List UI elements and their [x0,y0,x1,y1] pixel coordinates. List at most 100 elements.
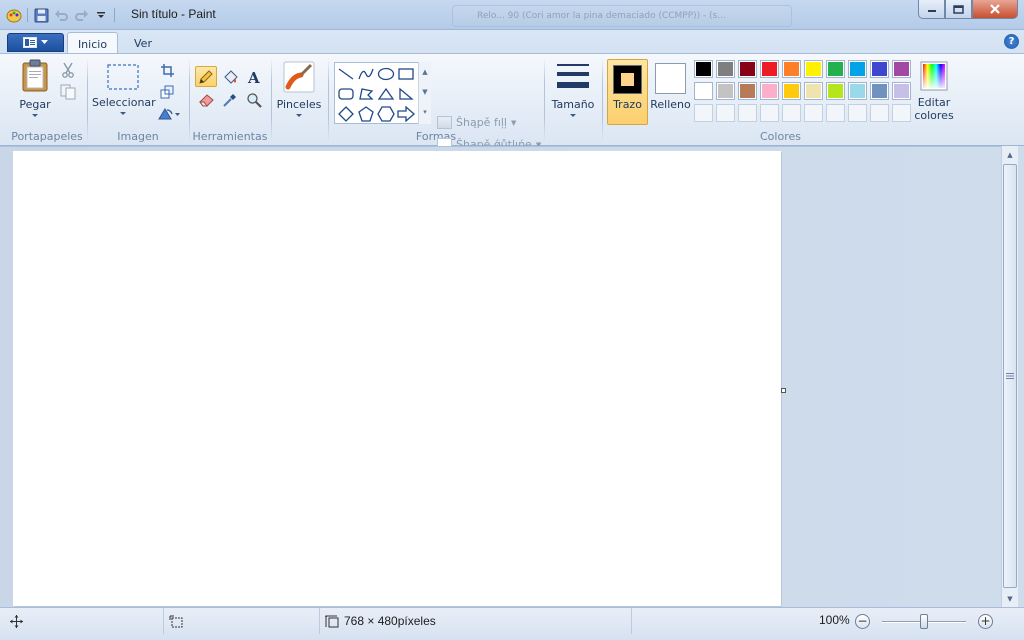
custom-color-slot[interactable] [826,104,845,122]
eyedropper-icon [223,93,236,107]
customize-qat-icon[interactable] [93,7,109,23]
color-swatch[interactable] [782,82,801,100]
tab-inicio[interactable]: Inicio [67,32,118,54]
scroll-down-icon[interactable]: ▼ [1002,590,1018,607]
text-tool[interactable]: A [243,66,265,87]
edit-colors-button[interactable]: Editar colores [914,61,954,122]
pencil-tool[interactable] [195,66,217,87]
paste-button[interactable]: Pegar [14,59,56,117]
zoom-out-button[interactable]: − [855,614,870,629]
vertical-scrollbar[interactable]: ▲ ▼ [1001,146,1018,607]
color-swatch[interactable] [716,60,735,78]
color-swatch[interactable] [738,82,757,100]
color-swatch[interactable] [694,60,713,78]
color-swatch[interactable] [804,60,823,78]
chevron-down-icon: ▼ [510,118,517,127]
custom-color-slot[interactable] [870,104,889,122]
resize-icon[interactable] [157,81,177,101]
redo-icon[interactable] [73,7,89,23]
rotate-button[interactable] [156,103,182,123]
triangle-shape-icon[interactable] [376,85,396,103]
eraser-tool[interactable] [195,89,217,110]
pentagon-shape-icon[interactable] [356,105,376,123]
gallery-expand-icon[interactable]: ▾ [419,102,431,122]
color-picker-tool[interactable] [219,89,241,110]
color-swatch[interactable] [870,82,889,100]
paint-bucket-icon [223,69,238,84]
custom-color-slot[interactable] [782,104,801,122]
copy-icon[interactable] [58,82,78,102]
polygon-shape-icon[interactable] [356,85,376,103]
rounded-rectangle-shape-icon[interactable] [336,85,356,103]
color-swatch[interactable] [848,60,867,78]
color-swatch[interactable] [848,82,867,100]
line-shape-icon[interactable] [336,65,356,83]
paste-label: Pegar [19,98,51,111]
custom-color-slot[interactable] [848,104,867,122]
custom-color-slot[interactable] [738,104,757,122]
color1-trazo-button[interactable]: Trazo [607,59,648,125]
color-swatch[interactable] [760,60,779,78]
custom-color-slot[interactable] [804,104,823,122]
custom-color-slot[interactable] [760,104,779,122]
right-triangle-shape-icon[interactable] [396,85,416,103]
chevron-up-icon[interactable]: ▲ [419,62,431,82]
chevron-down-icon[interactable]: ▼ [419,82,431,102]
undo-icon[interactable] [53,7,69,23]
color-swatch[interactable] [738,60,757,78]
maximize-button[interactable] [945,0,972,19]
magnifier-tool[interactable] [243,89,265,110]
scroll-up-icon[interactable]: ▲ [1002,146,1018,163]
curve-shape-icon[interactable] [356,65,376,83]
svg-text:A: A [247,69,260,85]
color-swatch[interactable] [804,82,823,100]
color-swatch[interactable] [716,82,735,100]
canvas-resize-handle[interactable] [781,388,786,393]
paint-app-icon[interactable] [6,7,22,23]
shape-fill-button[interactable]: Ŝhąpě fıļļ ▼ [437,116,516,129]
tab-ver[interactable]: Ver [122,32,164,54]
select-button[interactable]: Seleccionar [92,63,156,115]
drawing-canvas[interactable] [13,151,781,606]
color-swatch[interactable] [870,60,889,78]
custom-color-slot[interactable] [892,104,911,122]
rectangle-shape-icon[interactable] [396,65,416,83]
arrow-right-shape-icon[interactable] [396,105,416,123]
cursor-position-icon [10,614,23,628]
close-button[interactable] [972,0,1018,19]
color-swatch[interactable] [826,60,845,78]
window-title: Sin título - Paint [131,7,216,21]
title-bar: Sin título - Paint Relo... 90 (Cori amor… [0,0,1024,30]
scrollbar-thumb[interactable] [1003,164,1017,588]
crop-icon[interactable] [157,60,177,80]
fill-tool[interactable] [219,66,241,87]
color-swatch[interactable] [826,82,845,100]
shapes-gallery-scroll: ▲ ▼ ▾ [418,62,431,124]
custom-color-slot[interactable] [694,104,713,122]
cut-icon[interactable] [58,60,78,80]
color-swatch[interactable] [694,82,713,100]
help-icon[interactable]: ? [1004,34,1019,49]
qat-separator [27,8,28,22]
size-button[interactable]: Tamaño [548,61,598,117]
color2-relleno-button[interactable]: Relleno [650,59,691,125]
shape-fill-label: Ŝhąpě fıļļ [456,116,507,129]
chevron-down-icon [32,114,38,117]
oval-shape-icon[interactable] [376,65,396,83]
color-swatch[interactable] [892,60,911,78]
hexagon-shape-icon[interactable] [376,105,396,123]
brushes-button[interactable]: Pinceles [275,61,323,117]
image-size-icon [325,614,339,627]
save-icon[interactable] [33,7,49,23]
color-swatch[interactable] [892,82,911,100]
zoom-slider-thumb[interactable] [920,614,928,629]
minimize-button[interactable] [918,0,945,19]
color-swatch[interactable] [782,60,801,78]
brushes-label: Pinceles [276,98,322,111]
shape-fill-icon [437,116,452,129]
custom-color-slot[interactable] [716,104,735,122]
color-swatch[interactable] [760,82,779,100]
zoom-in-button[interactable]: + [978,614,993,629]
paint-menu-button[interactable] [7,33,64,52]
diamond-shape-icon[interactable] [336,105,356,123]
